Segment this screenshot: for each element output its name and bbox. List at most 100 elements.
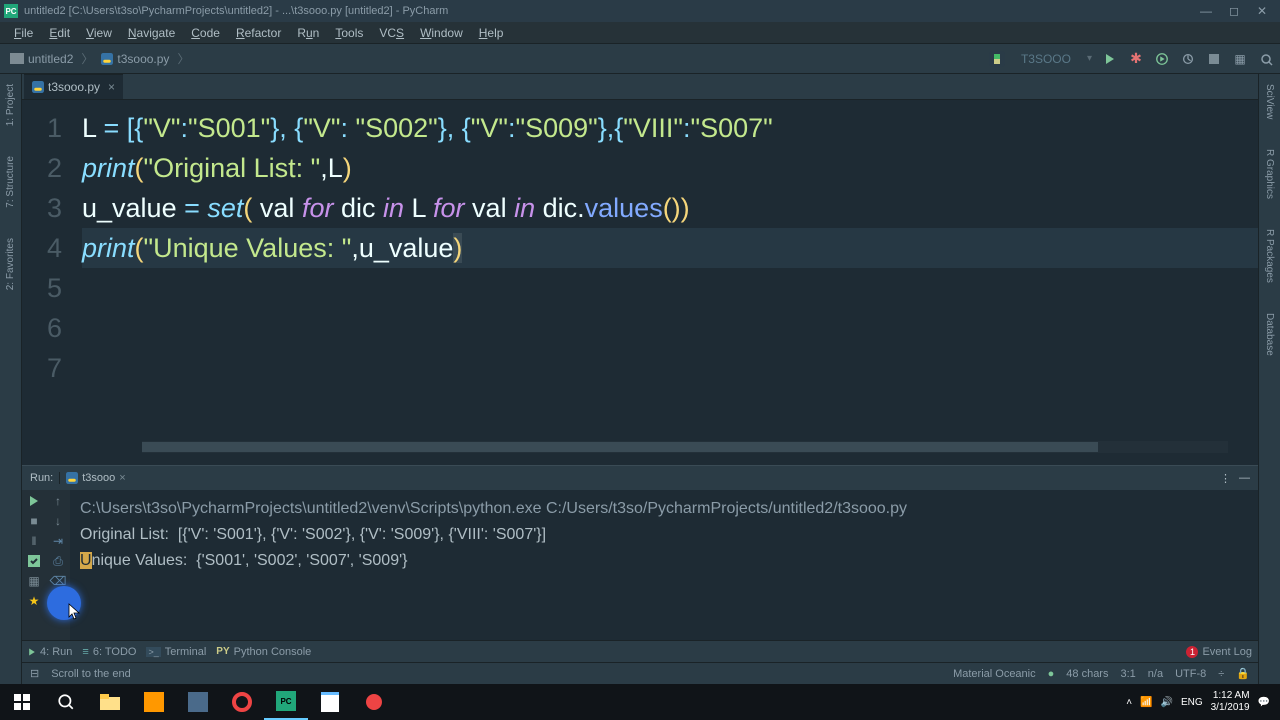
menu-vcs[interactable]: VCS [371, 24, 412, 42]
menu-view[interactable]: View [78, 24, 120, 42]
status-message: Scroll to the end [51, 668, 131, 680]
taskbar-explorer[interactable] [88, 684, 132, 720]
menu-file[interactable]: File [6, 24, 41, 42]
taskbar-app1[interactable] [176, 684, 220, 720]
tab-event-log[interactable]: 1Event Log [1186, 646, 1252, 658]
profile-button[interactable] [1180, 51, 1196, 67]
navbar: untitled2 〉 t3sooo.py 〉 T3SOOO ▾ ✱ ▦ [0, 44, 1280, 74]
tool-favorites[interactable]: 2: Favorites [5, 238, 16, 290]
status-chars: 48 chars [1066, 668, 1108, 680]
cursor-icon [68, 603, 82, 624]
panel-settings-icon[interactable]: ⋮ [1220, 472, 1231, 485]
code-editor[interactable]: 1234567 L = [{"V":"S001"}, {"V": "S002"}… [22, 100, 1258, 465]
run-tab[interactable]: t3sooo × [59, 472, 131, 484]
pin-icon[interactable]: ★ [26, 594, 42, 608]
lock-icon[interactable]: 🔒 [1236, 667, 1250, 680]
tab-terminal[interactable]: >_Terminal [146, 646, 206, 658]
taskbar-opera[interactable] [220, 684, 264, 720]
tray-language[interactable]: ENG [1181, 697, 1203, 708]
run-label: Run: [30, 472, 53, 484]
stop-button[interactable] [1206, 51, 1222, 67]
breadcrumb-file[interactable]: t3sooo.py [97, 52, 173, 66]
pause-button[interactable]: ‖ [26, 534, 42, 548]
up-arrow-icon[interactable]: ↑ [50, 494, 66, 508]
panel-minimize-icon[interactable]: — [1239, 472, 1250, 485]
menu-run[interactable]: Run [289, 24, 327, 42]
taskbar-notepad[interactable] [308, 684, 352, 720]
menu-edit[interactable]: Edit [41, 24, 78, 42]
stop-process-button[interactable]: ■ [26, 514, 42, 528]
menu-window[interactable]: Window [412, 24, 471, 42]
tool-database[interactable]: Database [1264, 313, 1275, 356]
system-tray[interactable]: ˄ 📶 🔊 ENG 1:12 AM3/1/2019 💬 [1126, 690, 1280, 714]
close-tab-icon[interactable]: × [108, 80, 115, 94]
start-button[interactable] [0, 684, 44, 720]
file-tabs: t3sooo.py × [22, 74, 1258, 100]
python-icon [66, 472, 78, 484]
tab-run[interactable]: 4: Run [28, 646, 72, 658]
chevron-right-icon: 〉 [173, 50, 193, 67]
file-tab[interactable]: t3sooo.py × [24, 74, 123, 99]
window-titlebar: PC untitled2 [C:\Users\t3so\PycharmProje… [0, 0, 1280, 22]
tray-clock[interactable]: 1:12 AM3/1/2019 [1211, 690, 1250, 714]
layout-icon[interactable]: ▦ [26, 574, 42, 588]
run-config-select[interactable]: T3SOOO [1015, 50, 1077, 68]
breadcrumb-project[interactable]: untitled2 [6, 52, 77, 66]
tool-sciview[interactable]: SciView [1264, 84, 1275, 119]
run-button[interactable] [1102, 51, 1118, 67]
python-icon [32, 81, 44, 93]
tool-rgraphics[interactable]: R Graphics [1264, 149, 1275, 199]
tool-rpackages[interactable]: R Packages [1264, 229, 1275, 283]
close-run-tab-icon[interactable]: × [119, 472, 125, 484]
menu-refactor[interactable]: Refactor [228, 24, 289, 42]
status-na: n/a [1148, 668, 1163, 680]
down-arrow-icon[interactable]: ↓ [50, 514, 66, 528]
print-icon[interactable]: ⎙ [50, 554, 66, 568]
search-button[interactable] [44, 684, 88, 720]
chevron-icon: ÷ [1218, 668, 1224, 680]
taskbar-sublime[interactable] [132, 684, 176, 720]
status-theme[interactable]: Material Oceanic [953, 668, 1036, 680]
search-button[interactable] [1258, 51, 1274, 67]
rerun-button[interactable] [26, 494, 42, 508]
bottom-tool-tabs: 4: Run ≡6: TODO >_Terminal PYPython Cons… [22, 640, 1258, 662]
tool-structure[interactable]: 7: Structure [5, 156, 16, 208]
exit-button[interactable] [26, 554, 42, 568]
chevron-right-icon: 〉 [77, 50, 97, 67]
left-tool-rail: 1: Project 7: Structure 2: Favorites [0, 74, 22, 684]
menu-navigate[interactable]: Navigate [120, 24, 183, 42]
menu-code[interactable]: Code [183, 24, 228, 42]
tool-project[interactable]: 1: Project [5, 84, 16, 126]
code-content[interactable]: L = [{"V":"S001"}, {"V": "S002"}, {"V":"… [72, 100, 1258, 465]
status-position[interactable]: 3:1 [1120, 668, 1135, 680]
main-area: 1: Project 7: Structure 2: Favorites t3s… [0, 74, 1280, 684]
maximize-button[interactable]: ◻ [1220, 0, 1248, 22]
layout-button[interactable]: ▦ [1232, 51, 1248, 67]
console-line: nique Values: {'S001', 'S002', 'S007', '… [92, 552, 408, 569]
tray-chevron-icon[interactable]: ˄ [1126, 697, 1132, 708]
windows-taskbar: PC ˄ 📶 🔊 ENG 1:12 AM3/1/2019 💬 [0, 684, 1280, 720]
minimize-button[interactable]: — [1192, 0, 1220, 22]
taskbar-pycharm[interactable]: PC [264, 684, 308, 720]
tab-python-console[interactable]: PYPython Console [216, 646, 311, 658]
close-button[interactable]: ✕ [1248, 0, 1276, 22]
taskbar-record[interactable] [352, 684, 396, 720]
run-coverage-button[interactable] [1154, 51, 1170, 67]
tray-volume-icon[interactable]: 🔊 [1160, 697, 1172, 708]
soft-wrap-icon[interactable]: ⇥ [50, 534, 66, 548]
menubar: File Edit View Navigate Code Refactor Ru… [0, 22, 1280, 44]
chevron-down-icon[interactable]: ▾ [1087, 53, 1092, 64]
tray-network-icon[interactable]: 📶 [1140, 697, 1152, 708]
tray-notifications-icon[interactable]: 💬 [1258, 697, 1270, 708]
python-icon [989, 51, 1005, 67]
menu-tools[interactable]: Tools [327, 24, 371, 42]
horizontal-scrollbar[interactable] [142, 441, 1228, 453]
app-icon: PC [4, 4, 18, 18]
status-encoding[interactable]: UTF-8 [1175, 668, 1206, 680]
debug-button[interactable]: ✱ [1128, 51, 1144, 67]
menu-help[interactable]: Help [471, 24, 512, 42]
tab-todo[interactable]: ≡6: TODO [82, 646, 136, 658]
run-toolbar-left: ■ ‖ ▦ ★ [22, 490, 46, 640]
console-output[interactable]: C:\Users\t3so\PycharmProjects\untitled2\… [70, 490, 1258, 640]
right-tool-rail: SciView R Graphics R Packages Database [1258, 74, 1280, 684]
